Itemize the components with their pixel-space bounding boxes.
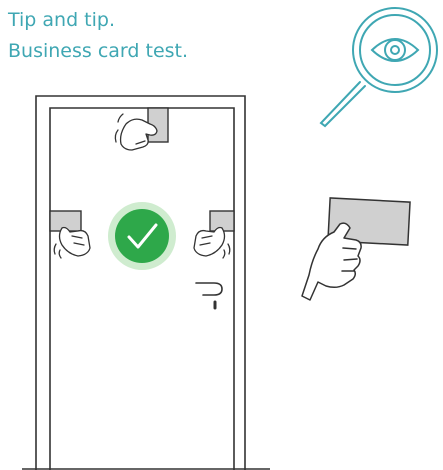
- door-handle: [195, 282, 223, 310]
- door-diagram: [22, 7, 438, 470]
- hand-left-icon: [53, 226, 91, 259]
- magnifier-eye-icon: [319, 7, 438, 128]
- check-icon: [108, 202, 176, 270]
- door-frame: [22, 95, 270, 470]
- hand-right-icon: [193, 226, 231, 259]
